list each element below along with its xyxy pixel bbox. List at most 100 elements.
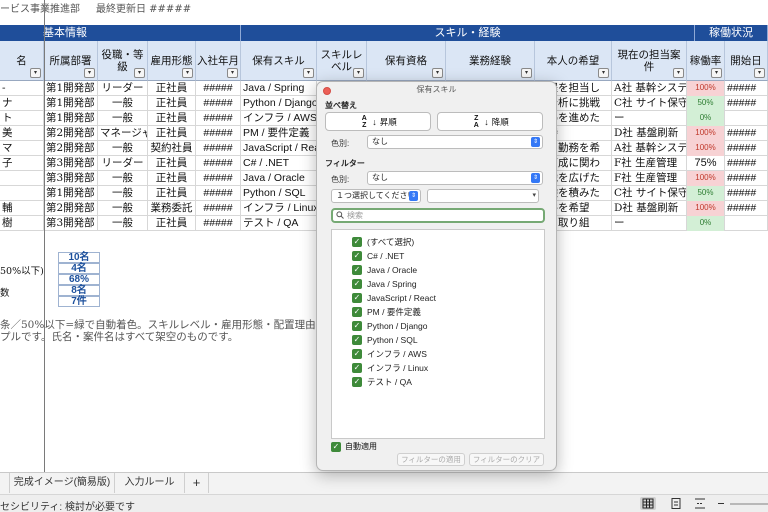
cell-project[interactable]: D社 基盤刷新 <box>612 126 687 141</box>
cell-start[interactable]: ##### <box>725 186 768 201</box>
cell-role[interactable]: リーダー <box>98 156 148 171</box>
summary-value[interactable]: 68% <box>58 274 100 285</box>
filter-list-item[interactable]: ✓ PM / 要件定義 <box>352 306 421 318</box>
cell-dept[interactable]: 第3開発部 <box>44 171 98 186</box>
cell-skill[interactable]: インフラ / AWS <box>241 111 317 126</box>
cell-project[interactable]: ー <box>612 111 687 126</box>
cell-rate[interactable]: 100% <box>687 141 725 156</box>
checkbox[interactable]: ✓ <box>352 335 362 345</box>
cell-employment[interactable]: 正社員 <box>148 171 196 186</box>
checkbox[interactable]: ✓ <box>352 307 362 317</box>
cell-dept[interactable]: 第1開発部 <box>44 81 98 96</box>
sort-ascending-button[interactable]: A Z ↓ 昇順 <box>325 112 431 131</box>
filter-condition-value-input[interactable]: ▾ <box>427 189 539 203</box>
cell-joined[interactable]: ##### <box>196 126 241 141</box>
cell-employment[interactable]: 正社員 <box>148 111 196 126</box>
cell-role[interactable]: 一般 <box>98 186 148 201</box>
cell-start[interactable]: ##### <box>725 126 768 141</box>
filter-list-item[interactable]: ✓ (すべて選択) <box>352 236 414 248</box>
cell-rate[interactable]: 0% <box>687 111 725 126</box>
cell-start[interactable]: ##### <box>725 96 768 111</box>
checkbox[interactable]: ✓ <box>352 349 362 359</box>
cell-start[interactable]: ##### <box>725 156 768 171</box>
cell-role[interactable]: マネージャー <box>98 126 148 141</box>
cell-employment[interactable]: 正社員 <box>148 216 196 231</box>
checkbox[interactable]: ✓ <box>352 237 362 247</box>
cell-name[interactable]: ト <box>0 111 44 126</box>
cell-skill[interactable]: Java / Spring <box>241 81 317 96</box>
normal-view-icon[interactable] <box>640 497 656 510</box>
cell-dept[interactable]: 第3開発部 <box>44 156 98 171</box>
cell-skill[interactable]: Python / Django <box>241 96 317 111</box>
sort-color-select[interactable]: なし ⇕ <box>367 135 543 149</box>
filter-dropdown-icon[interactable]: ▾ <box>84 68 95 78</box>
cell-employment[interactable]: 契約社員 <box>148 141 196 156</box>
cell-dept[interactable]: 第2開発部 <box>44 201 98 216</box>
cell-name[interactable]: 樹 <box>0 216 44 231</box>
cell-employment[interactable]: 正社員 <box>148 126 196 141</box>
cell-rate[interactable]: 100% <box>687 171 725 186</box>
summary-value[interactable]: 7件 <box>58 296 100 307</box>
accessibility-status[interactable]: セシビリティ: 検討が必要です <box>0 498 135 512</box>
cell-project[interactable]: C社 サイト保守 <box>612 186 687 201</box>
cell-joined[interactable]: ##### <box>196 96 241 111</box>
cell-project[interactable]: ー <box>612 216 687 231</box>
filter-dropdown-icon[interactable]: ▾ <box>521 68 532 78</box>
checkbox[interactable]: ✓ <box>352 251 362 261</box>
auto-apply-row[interactable]: ✓ 自動適用 <box>331 441 377 452</box>
page-layout-view-icon[interactable] <box>668 497 684 510</box>
cell-name[interactable]: ナ <box>0 96 44 111</box>
auto-apply-checkbox[interactable]: ✓ <box>331 441 341 452</box>
sort-descending-button[interactable]: Z A ↓ 降順 <box>437 112 543 131</box>
cell-employment[interactable]: 正社員 <box>148 156 196 171</box>
cell-joined[interactable]: ##### <box>196 201 241 216</box>
cell-skill[interactable]: JavaScript / React <box>241 141 317 156</box>
cell-joined[interactable]: ##### <box>196 141 241 156</box>
cell-rate[interactable]: 75% <box>687 156 725 171</box>
cell-dept[interactable]: 第1開発部 <box>44 186 98 201</box>
cell-start[interactable]: ##### <box>725 141 768 156</box>
filter-dropdown-icon[interactable]: ▾ <box>227 68 238 78</box>
zoom-out-icon[interactable] <box>718 503 724 504</box>
cell-skill[interactable]: Python / SQL <box>241 186 317 201</box>
cell-role[interactable]: 一般 <box>98 216 148 231</box>
cell-rate[interactable]: 50% <box>687 186 725 201</box>
cell-skill[interactable]: PM / 要件定義 <box>241 126 317 141</box>
filter-list-item[interactable]: ✓ C# / .NET <box>352 250 404 262</box>
cell-role[interactable]: 一般 <box>98 141 148 156</box>
cell-rate[interactable]: 100% <box>687 126 725 141</box>
search-input[interactable]: 検索 <box>331 208 545 223</box>
cell-project[interactable]: F社 生産管理 <box>612 156 687 171</box>
page-break-view-icon[interactable] <box>692 497 708 510</box>
cell-joined[interactable]: ##### <box>196 171 241 186</box>
cell-name[interactable]: 美 <box>0 126 44 141</box>
cell-name[interactable]: 輔 <box>0 201 44 216</box>
filter-list-item[interactable]: ✓ Java / Oracle <box>352 264 417 276</box>
sheet-tab-partial[interactable] <box>0 473 10 493</box>
filter-dropdown-icon[interactable]: ▾ <box>182 68 193 78</box>
cell-name[interactable]: マ <box>0 141 44 156</box>
cell-rate[interactable]: 100% <box>687 201 725 216</box>
cell-start[interactable] <box>725 216 768 231</box>
checkbox[interactable]: ✓ <box>352 321 362 331</box>
cell-skill[interactable]: インフラ / Linux <box>241 201 317 216</box>
checkbox[interactable]: ✓ <box>352 293 362 303</box>
zoom-slider[interactable] <box>730 503 768 505</box>
cell-role[interactable]: 一般 <box>98 96 148 111</box>
cell-start[interactable]: ##### <box>725 171 768 186</box>
cell-joined[interactable]: ##### <box>196 81 241 96</box>
sheet-tab-input-rules[interactable]: 入力ルール <box>115 473 185 493</box>
cell-dept[interactable]: 第1開発部 <box>44 96 98 111</box>
cell-joined[interactable]: ##### <box>196 186 241 201</box>
cell-employment[interactable]: 正社員 <box>148 186 196 201</box>
cell-employment[interactable]: 正社員 <box>148 96 196 111</box>
filter-list-item[interactable]: ✓ Python / SQL <box>352 334 418 346</box>
filter-dropdown-icon[interactable]: ▾ <box>711 68 722 78</box>
cell-project[interactable]: D社 基盤刷新 <box>612 201 687 216</box>
filter-list-item[interactable]: ✓ Python / Django <box>352 320 427 332</box>
filter-dropdown-icon[interactable]: ▾ <box>353 68 364 78</box>
filter-dropdown-icon[interactable]: ▾ <box>134 68 145 78</box>
checkbox[interactable]: ✓ <box>352 279 362 289</box>
cell-name[interactable] <box>0 186 44 201</box>
cell-name[interactable]: - <box>0 81 44 96</box>
